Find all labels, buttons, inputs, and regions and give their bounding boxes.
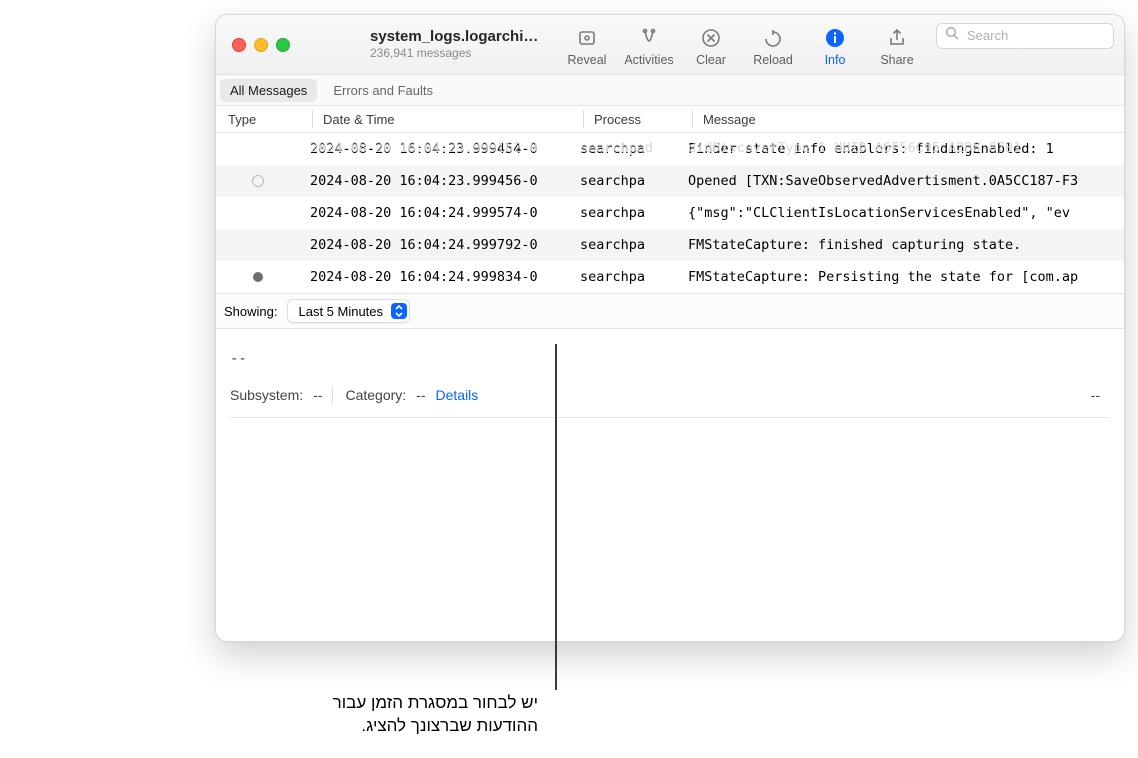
cell-process: searchpa xyxy=(570,269,678,285)
activities-button[interactable]: Activities xyxy=(618,23,680,67)
filter-errors-and-faults[interactable]: Errors and Faults xyxy=(323,79,443,102)
callout-text: יש לבחור במסגרת הזמן עבור ההודעות שברצונ… xyxy=(333,692,538,738)
traffic-lights xyxy=(232,38,290,52)
zoom-icon[interactable] xyxy=(276,38,290,52)
cell-message: FMStateCapture: Persisting the state for… xyxy=(678,269,1124,285)
titlebar: system_logs.logarchi… 236,941 messages R… xyxy=(216,15,1124,75)
log-rows: 2024-08-20 16:04:23.999454-0 searchpa Fi… xyxy=(216,133,1124,293)
filter-bar: All Messages Errors and Faults xyxy=(216,75,1124,106)
clear-button[interactable]: Clear xyxy=(680,23,742,67)
cell-message: {"msg":"CLClientIsLocationServicesEnable… xyxy=(678,205,1124,221)
window-title: system_logs.logarchi… xyxy=(370,28,538,45)
callout-line xyxy=(555,344,557,690)
detail-pane: -- Subsystem: -- Category: -- Details -- xyxy=(216,329,1124,418)
info-icon xyxy=(804,23,866,53)
reveal-icon xyxy=(556,23,618,53)
showing-value: Last 5 Minutes xyxy=(298,304,383,319)
cell-process: searchpa xyxy=(570,205,678,221)
search-icon xyxy=(945,26,959,45)
reveal-button[interactable]: Reveal xyxy=(556,23,618,67)
reload-button[interactable]: Reload xyxy=(742,23,804,67)
showing-bar: Showing: Last 5 Minutes xyxy=(216,293,1124,329)
table-header: Type Date & Time Process Message xyxy=(216,106,1124,133)
column-process[interactable]: Process xyxy=(584,112,692,127)
window-subtitle: 236,941 messages xyxy=(370,47,538,61)
table-row[interactable]: 2024-08-20 16:04:24.999792-0 searchpa FM… xyxy=(216,229,1124,261)
cell-date: 2024-08-20 16:04:24.999792-0 xyxy=(300,237,570,253)
chevron-updown-icon xyxy=(391,303,407,319)
console-window: system_logs.logarchi… 236,941 messages R… xyxy=(215,14,1125,642)
type-dot-icon xyxy=(252,175,264,187)
search-input[interactable] xyxy=(936,23,1114,49)
table-row[interactable]: 2024-08-20 16:04:24.999834-0 searchpa FM… xyxy=(216,261,1124,293)
info-button[interactable]: Info xyxy=(804,23,866,67)
cell-date: 2024-08-20 16:04:23.999456-0 xyxy=(300,173,570,189)
showing-label: Showing: xyxy=(224,304,277,319)
cell-message: Opened [TXN:SaveObservedAdvertisment.0A5… xyxy=(678,173,1124,189)
cell-message: Finder state info enablers: findingEnabl… xyxy=(678,141,1124,157)
detail-subsystem-value: -- xyxy=(313,387,322,403)
cell-date: 2024-08-20 16:04:24.999574-0 xyxy=(300,205,570,221)
reload-icon xyxy=(742,23,804,53)
type-dot-icon xyxy=(253,272,263,282)
toolbar: Reveal Activities Clear xyxy=(556,23,1114,67)
cell-process: searchpa xyxy=(570,237,678,253)
close-icon[interactable] xyxy=(232,38,246,52)
filter-all-messages[interactable]: All Messages xyxy=(220,79,317,102)
activities-icon xyxy=(618,23,680,53)
details-link[interactable]: Details xyxy=(436,387,479,403)
cell-message: FMStateCapture: finished capturing state… xyxy=(678,237,1124,253)
detail-right-value: -- xyxy=(1091,387,1100,403)
column-date[interactable]: Date & Time xyxy=(313,112,583,127)
detail-category-value: -- xyxy=(416,387,425,403)
column-message[interactable]: Message xyxy=(693,112,1124,127)
showing-popup[interactable]: Last 5 Minutes xyxy=(287,299,410,323)
minimize-icon[interactable] xyxy=(254,38,268,52)
table-row[interactable]: 2024-08-20 16:04:24.999574-0 searchpa {"… xyxy=(216,197,1124,229)
column-type[interactable]: Type xyxy=(216,112,312,127)
share-icon xyxy=(866,23,928,53)
cell-process: searchpa xyxy=(570,173,678,189)
table-row[interactable]: 2024-08-20 16:04:23.999454-0 searchpa Fi… xyxy=(216,133,1124,165)
share-button[interactable]: Share xyxy=(866,23,928,67)
clear-icon xyxy=(680,23,742,53)
cell-date: 2024-08-20 16:04:24.999834-0 xyxy=(300,269,570,285)
cell-date: 2024-08-20 16:04:23.999454-0 xyxy=(300,141,570,157)
detail-subsystem-label: Subsystem: xyxy=(230,387,303,403)
cell-process: searchpa xyxy=(570,141,678,157)
detail-category-label: Category: xyxy=(332,387,406,403)
table-row[interactable]: 2024-08-20 16:04:23.999456-0 searchpa Op… xyxy=(216,165,1124,197)
search-field[interactable] xyxy=(965,27,1105,44)
detail-dashes: -- xyxy=(230,351,1110,367)
